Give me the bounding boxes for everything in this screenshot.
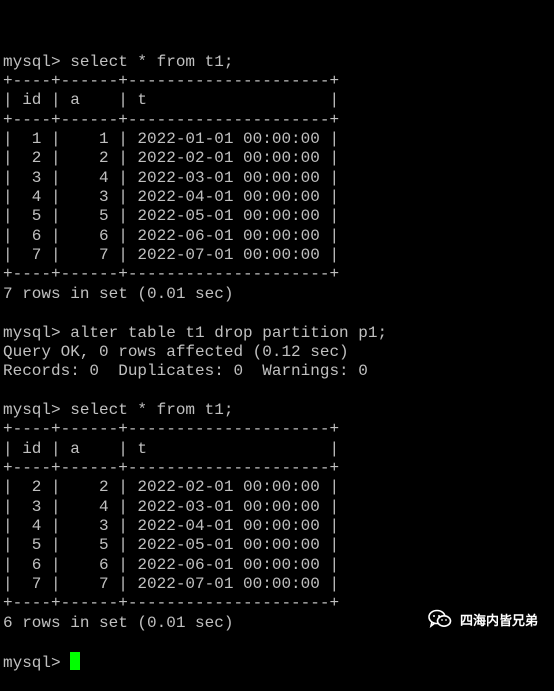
terminal-line: +----+------+---------------------+ <box>3 420 340 439</box>
terminal-line: | 2 | 2 | 2022-02-01 00:00:00 | <box>3 149 340 168</box>
mysql-prompt: mysql> <box>3 654 71 673</box>
terminal-line: | 5 | 5 | 2022-05-01 00:00:00 | <box>3 536 340 555</box>
terminal-line: | 6 | 6 | 2022-06-01 00:00:00 | <box>3 555 340 574</box>
terminal-line: mysql> select * from t1; <box>3 400 234 419</box>
terminal-line: +----+------+---------------------+ <box>3 72 340 91</box>
terminal-line: Query OK, 0 rows affected (0.12 sec) <box>3 342 349 361</box>
terminal-line: mysql> alter table t1 drop partition p1; <box>3 323 388 342</box>
prompt-line[interactable]: mysql> <box>3 652 387 673</box>
watermark: 四海内皆兄弟 <box>428 609 538 629</box>
terminal-line: +----+------+---------------------+ <box>3 594 340 613</box>
terminal-line: Records: 0 Duplicates: 0 Warnings: 0 <box>3 362 368 381</box>
terminal-line: | id | a | t | <box>3 91 340 110</box>
terminal-line: +----+------+---------------------+ <box>3 458 340 477</box>
terminal-line: +----+------+---------------------+ <box>3 265 340 284</box>
terminal-line: | 7 | 7 | 2022-07-01 00:00:00 | <box>3 574 340 593</box>
watermark-text: 四海内皆兄弟 <box>459 613 538 629</box>
terminal-line: | id | a | t | <box>3 439 340 458</box>
terminal-line: 7 rows in set (0.01 sec) <box>3 284 234 303</box>
terminal-line: | 3 | 4 | 2022-03-01 00:00:00 | <box>3 168 340 187</box>
text-cursor <box>70 652 81 671</box>
terminal-line: | 2 | 2 | 2022-02-01 00:00:00 | <box>3 478 340 497</box>
terminal-line: | 4 | 3 | 2022-04-01 00:00:00 | <box>3 188 340 207</box>
terminal-line: | 5 | 5 | 2022-05-01 00:00:00 | <box>3 207 340 226</box>
terminal-line: | 7 | 7 | 2022-07-01 00:00:00 | <box>3 246 340 265</box>
terminal-line: mysql> select * from t1; <box>3 52 234 71</box>
terminal-line: | 6 | 6 | 2022-06-01 00:00:00 | <box>3 226 340 245</box>
terminal-line: | 1 | 1 | 2022-01-01 00:00:00 | <box>3 130 340 149</box>
terminal-output[interactable]: mysql> select * from t1; +----+------+---… <box>3 14 387 691</box>
terminal-line: | 3 | 4 | 2022-03-01 00:00:00 | <box>3 497 340 516</box>
wechat-icon <box>428 609 452 628</box>
terminal-line: 6 rows in set (0.01 sec) <box>3 613 234 632</box>
terminal-line: | 4 | 3 | 2022-04-01 00:00:00 | <box>3 516 340 535</box>
terminal-line: +----+------+---------------------+ <box>3 110 340 129</box>
